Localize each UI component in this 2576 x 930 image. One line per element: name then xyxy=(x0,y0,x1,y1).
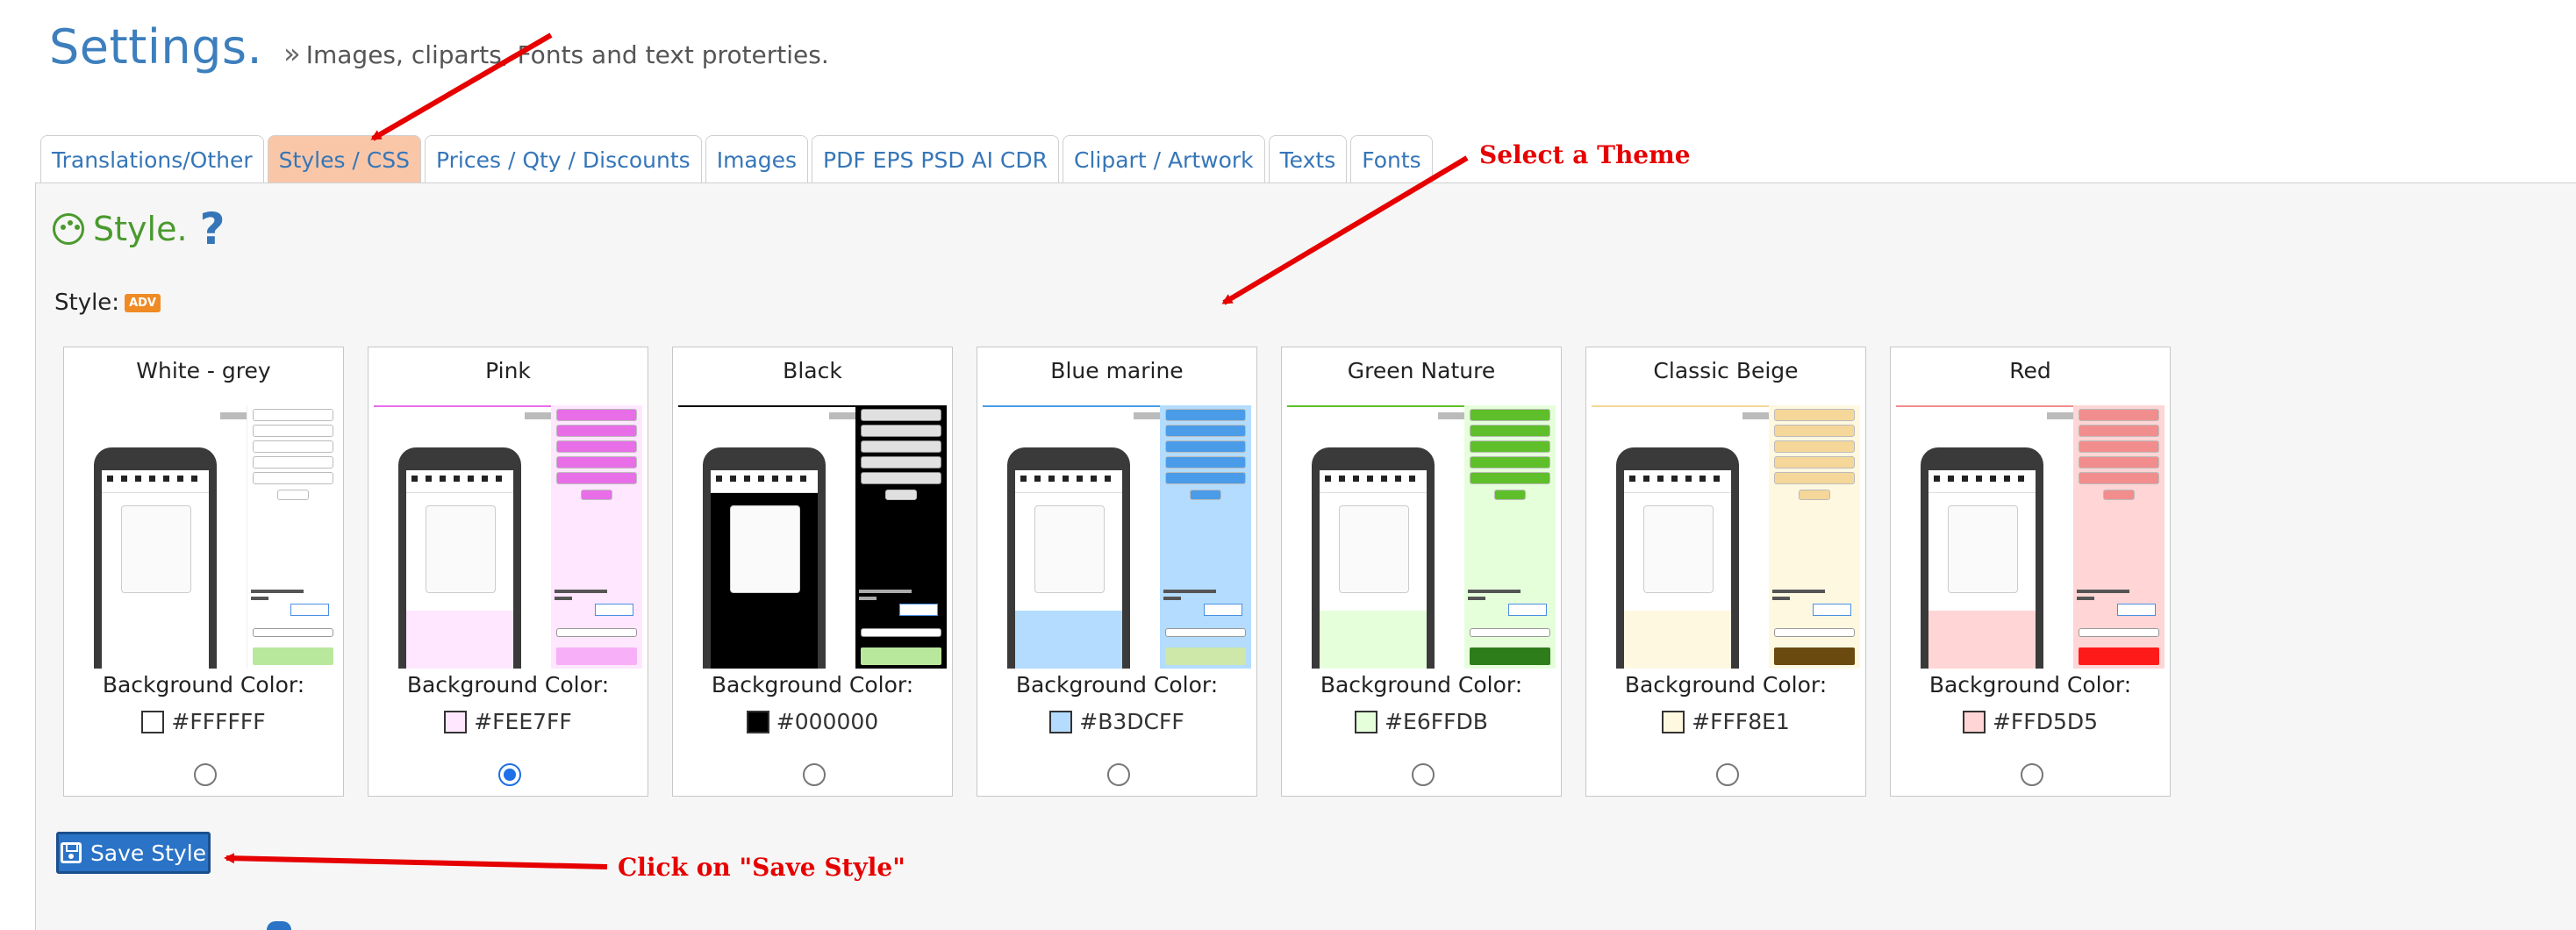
partial-icon xyxy=(267,921,291,930)
arrow-to-themes xyxy=(1221,155,1469,305)
arrow-to-styles-tab xyxy=(370,32,553,141)
annotation-arrows xyxy=(224,32,1469,869)
arrow-to-save-button xyxy=(224,853,608,869)
